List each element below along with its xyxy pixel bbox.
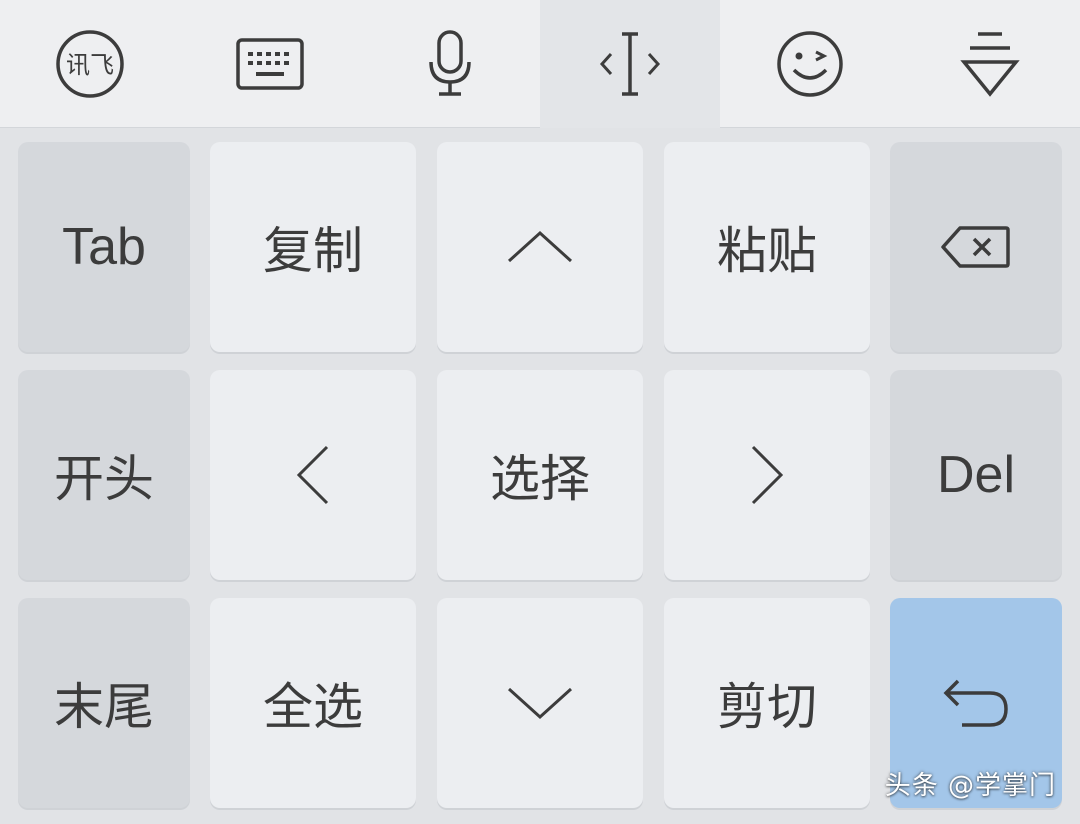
toolbar-xunfei-button[interactable]: 讯飞 xyxy=(0,0,180,128)
cursor-left-key[interactable] xyxy=(210,370,416,580)
tab-key[interactable]: Tab xyxy=(18,142,190,352)
select-all-key-label: 全选 xyxy=(263,678,363,736)
arrow-right-icon xyxy=(751,445,784,505)
toolbar-cursor-edit-button[interactable] xyxy=(540,0,720,128)
home-key[interactable]: 开头 xyxy=(18,370,190,580)
select-key-label: 选择 xyxy=(490,450,590,508)
cursor-edit-icon xyxy=(599,32,661,96)
input-method-keyboard: 讯飞 Tab 复制 粘贴 开头 选择 Del 末尾 全选 剪切 头条 @学掌门 xyxy=(0,0,1080,824)
cursor-edit-panel: Tab 复制 粘贴 开头 选择 Del 末尾 全选 剪切 xyxy=(0,128,1080,824)
arrow-down-icon xyxy=(507,687,573,720)
cursor-right-key[interactable] xyxy=(664,370,870,580)
end-key[interactable]: 末尾 xyxy=(18,598,190,808)
home-key-label: 开头 xyxy=(54,450,154,508)
toolbar-hide-keyboard-button[interactable] xyxy=(900,0,1080,128)
toolbar-emoji-button[interactable] xyxy=(720,0,900,128)
paste-key[interactable]: 粘贴 xyxy=(664,142,870,352)
cut-key-label: 剪切 xyxy=(717,678,817,736)
arrow-up-icon xyxy=(507,230,573,263)
hide-keyboard-icon xyxy=(960,32,1020,97)
copy-key-label: 复制 xyxy=(263,222,363,280)
tab-key-label: Tab xyxy=(62,218,146,276)
keyboard-toolbar: 讯飞 xyxy=(0,0,1080,128)
xunfei-logo-text: 讯飞 xyxy=(66,51,114,79)
cut-key[interactable]: 剪切 xyxy=(664,598,870,808)
cursor-up-key[interactable] xyxy=(437,142,643,352)
cursor-down-key[interactable] xyxy=(437,598,643,808)
watermark: 头条 @学掌门 xyxy=(884,771,1056,801)
toolbar-voice-button[interactable] xyxy=(360,0,540,128)
delete-key-label: Del xyxy=(936,446,1016,504)
select-all-key[interactable]: 全选 xyxy=(210,598,416,808)
arrow-left-icon xyxy=(296,445,329,505)
paste-key-label: 粘贴 xyxy=(717,222,817,280)
emoji-wink-icon xyxy=(777,31,843,97)
select-key[interactable]: 选择 xyxy=(437,370,643,580)
xunfei-logo-icon: 讯飞 xyxy=(56,30,124,98)
return-icon xyxy=(943,679,1008,727)
backspace-key[interactable] xyxy=(890,142,1062,352)
keyboard-icon xyxy=(236,38,304,90)
backspace-icon xyxy=(941,226,1010,268)
end-key-label: 末尾 xyxy=(54,678,154,736)
microphone-icon xyxy=(429,30,471,96)
toolbar-keyboard-button[interactable] xyxy=(180,0,360,128)
delete-key[interactable]: Del xyxy=(890,370,1062,580)
copy-key[interactable]: 复制 xyxy=(210,142,416,352)
